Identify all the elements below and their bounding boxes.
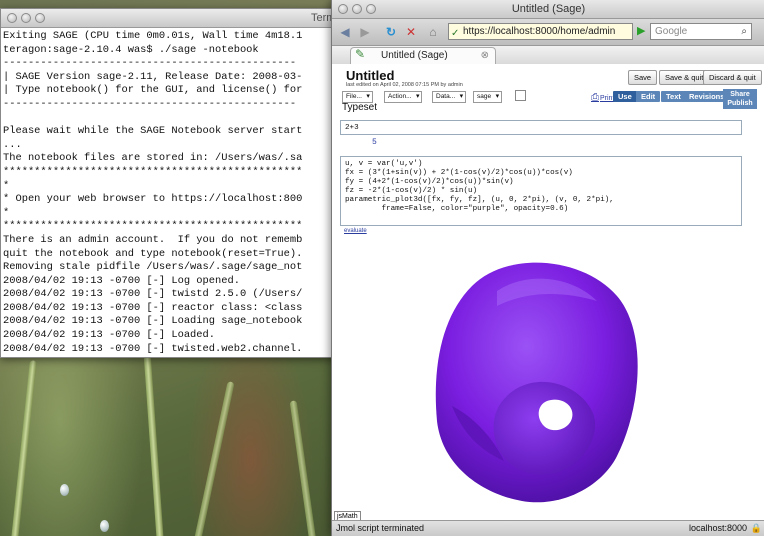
stop-icon[interactable]: ✕: [402, 23, 420, 41]
water-drop: [60, 484, 69, 496]
wallpaper-stem: [192, 381, 235, 536]
terminal-line: 2008/04/02 19:13 -0700 [-] twisted.web2.…: [3, 342, 303, 355]
status-text: Jmol script terminated: [336, 523, 425, 533]
status-bar: Jmol script terminated localhost:8000 🔒: [332, 520, 764, 536]
jmol-3d-plot[interactable]: [412, 246, 672, 516]
cell-input-1[interactable]: 2+3: [340, 120, 742, 135]
terminal-output[interactable]: Exiting SAGE (CPU time 0m0.01s, Wall tim…: [3, 30, 344, 355]
terminal-line: ----------------------------------------…: [3, 97, 297, 110]
browser-window[interactable]: Untitled (Sage) ◀ ▶ ↻ ✕ ⌂ ✓ https://loca…: [331, 0, 764, 536]
search-input[interactable]: Google ⌕: [650, 23, 752, 40]
tab-edit[interactable]: Edit: [636, 91, 661, 102]
minimize-window-icon[interactable]: [21, 13, 31, 23]
terminal-window[interactable]: Term Exiting SAGE (CPU time 0m0.01s, Wal…: [0, 8, 347, 358]
typeset-checkbox[interactable]: [515, 90, 526, 101]
address-bar[interactable]: ✓ https://localhost:8000/home/admin: [448, 23, 633, 40]
worksheet-title[interactable]: Untitled: [346, 68, 394, 83]
terminal-line: ****************************************…: [3, 165, 303, 178]
typeset-label: Typeset: [342, 102, 378, 113]
terminal-line: 2008/04/02 19:13 -0700 [-] twistd 2.5.0 …: [3, 288, 303, 301]
wallpaper-stem: [142, 340, 165, 536]
tab-bar: ✎ Untitled (Sage) ⊗: [332, 46, 764, 65]
terminal-line: ...: [3, 138, 22, 151]
save-quit-button[interactable]: Save & quit: [659, 70, 710, 85]
cell-input-2[interactable]: u, v = var('u,v') fx = (3*(1+sin(v)) + 2…: [340, 156, 742, 226]
data-menu-select[interactable]: Data...: [432, 91, 467, 103]
browser-titlebar[interactable]: Untitled (Sage): [332, 0, 764, 19]
action-menu-select[interactable]: Action...: [384, 91, 423, 103]
system-select[interactable]: sage: [473, 91, 503, 103]
tab-text[interactable]: Text: [661, 91, 686, 102]
cell-output-1: 5: [372, 138, 377, 147]
terminal-line: 2008/04/02 19:13 -0700 [-] reactor class…: [3, 301, 303, 314]
sage-favicon-icon: ✎: [355, 47, 366, 61]
wallpaper-stem: [10, 360, 37, 536]
tab-label: Untitled (Sage): [381, 50, 448, 61]
tab-close-icon[interactable]: ⊗: [481, 48, 489, 63]
back-arrow-icon[interactable]: ◀: [336, 23, 354, 41]
terminal-line: The notebook files are stored in: /Users…: [3, 152, 303, 165]
terminal-line: There is an admin account. If you do not…: [3, 233, 303, 246]
last-edited-text: last edited on April 02, 2008 07:15 PM b…: [346, 82, 463, 88]
terminal-line: 2008/04/02 19:13 -0700 [-] Loaded.: [3, 329, 216, 342]
terminal-line: 2008/04/02 19:13 -0700 [-] Loading sage_…: [3, 315, 303, 328]
terminal-line: * Open your web browser to https://local…: [3, 193, 303, 206]
reload-icon[interactable]: ↻: [382, 23, 400, 41]
save-button[interactable]: Save: [628, 70, 658, 85]
go-icon[interactable]: ▶: [637, 24, 645, 37]
browser-title: Untitled (Sage): [511, 3, 586, 15]
terminal-titlebar[interactable]: Term: [1, 9, 346, 28]
terminal-line: | Type notebook() for the GUI, and licen…: [3, 84, 303, 97]
print-link[interactable]: ⎙Print: [591, 92, 614, 103]
terminal-line: quit the notebook and type notebook(rese…: [3, 247, 303, 260]
water-drop: [100, 520, 109, 532]
terminal-line: teragon:sage-2.10.4 was$ ./sage -noteboo…: [3, 43, 259, 56]
status-host: localhost:8000: [688, 523, 747, 533]
address-text: https://localhost:8000/home/admin: [463, 26, 616, 37]
worksheet-page: Untitled last edited on April 02, 2008 0…: [332, 64, 764, 520]
tab-use[interactable]: Use: [613, 91, 637, 102]
terminal-line: | SAGE Version sage-2.11, Release Date: …: [3, 70, 303, 83]
terminal-line: 2008/04/02 19:13 -0700 [-] Log opened.: [3, 274, 240, 287]
search-icon[interactable]: ⌕: [741, 24, 747, 39]
terminal-line: *: [3, 179, 10, 192]
window-controls: [7, 13, 45, 23]
lock-icon: 🔒: [750, 523, 762, 533]
evaluate-link[interactable]: evaluate: [344, 228, 367, 234]
site-favicon-icon: ✓: [451, 28, 460, 39]
terminal-line: Removing stale pidfile /Users/was/.sage/…: [3, 261, 303, 274]
terminal-line: Exiting SAGE (CPU time 0m0.01s, Wall tim…: [3, 30, 303, 42]
navigation-toolbar: ◀ ▶ ↻ ✕ ⌂ ✓ https://localhost:8000/home/…: [332, 19, 764, 46]
terminal-line: ****************************************…: [3, 220, 303, 233]
wallpaper-stem: [289, 400, 318, 536]
terminal-line: Please wait while the SAGE Notebook serv…: [3, 125, 303, 138]
share-label: Share: [730, 91, 750, 98]
share-publish-button[interactable]: Share Publish: [723, 89, 757, 109]
printer-icon: ⎙: [591, 92, 599, 103]
home-icon[interactable]: ⌂: [424, 23, 442, 41]
discard-quit-button[interactable]: Discard & quit: [703, 70, 762, 85]
terminal-line: ----------------------------------------…: [3, 57, 297, 70]
close-window-icon[interactable]: [7, 13, 17, 23]
publish-label: Publish: [727, 100, 753, 107]
zoom-window-icon[interactable]: [35, 13, 45, 23]
search-placeholder: Google: [655, 26, 688, 37]
forward-arrow-icon[interactable]: ▶: [356, 23, 374, 41]
terminal-line: *: [3, 206, 10, 219]
tab-untitled-sage[interactable]: ✎ Untitled (Sage) ⊗: [350, 47, 496, 64]
